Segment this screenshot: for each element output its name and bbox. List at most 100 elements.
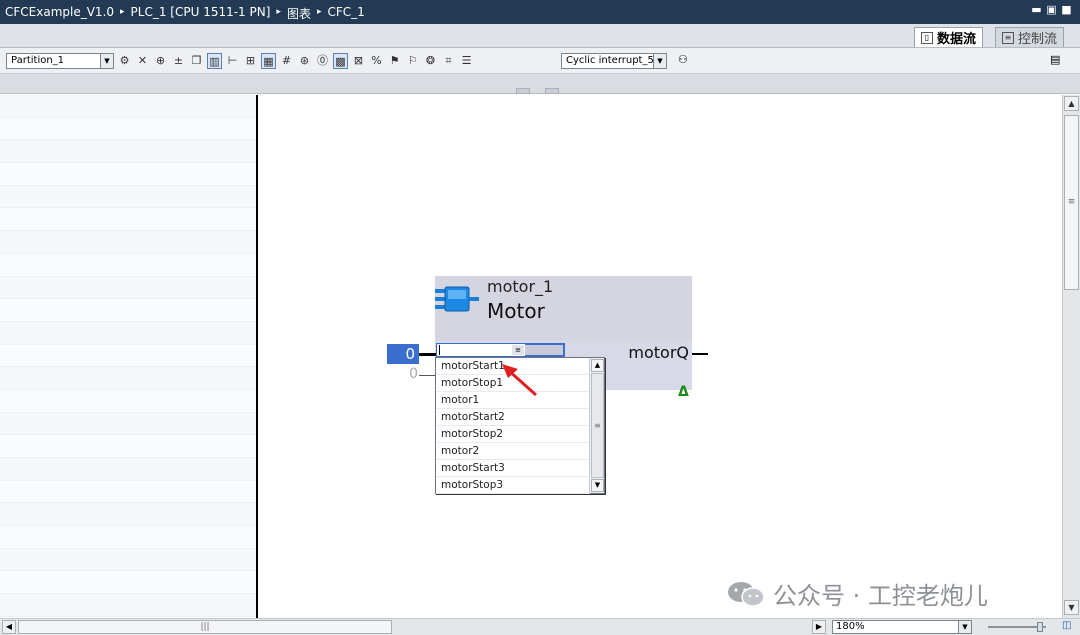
pin-highlight: [525, 343, 565, 357]
list-item[interactable]: [0, 208, 256, 232]
list-item[interactable]: [0, 412, 256, 436]
interconnection-icon[interactable]: ⊠: [351, 53, 366, 69]
list-item[interactable]: [0, 95, 256, 118]
percent-icon[interactable]: %: [369, 53, 384, 69]
dropdown-item[interactable]: motor2: [436, 443, 590, 460]
dropdown-scrollbar[interactable]: ▲ ≡ ▼: [589, 358, 604, 493]
crumb-separator-icon: ▸: [120, 7, 125, 17]
crumb-plc[interactable]: PLC_1 [CPU 1511-1 PN]: [131, 5, 271, 22]
scroll-right-icon[interactable]: ▶: [812, 620, 826, 634]
scroll-down-icon[interactable]: ▼: [1064, 600, 1079, 615]
scroll-left-icon[interactable]: ◀: [2, 620, 16, 634]
list-icon[interactable]: ☰: [459, 53, 474, 69]
pages-icon[interactable]: ❐: [189, 53, 204, 69]
list-item[interactable]: [0, 571, 256, 595]
minimize-icon[interactable]: ▬: [1031, 4, 1042, 16]
highlight-icon[interactable]: ▩: [333, 53, 348, 69]
text-box-icon[interactable]: ⓪: [315, 53, 330, 69]
crumb-charts[interactable]: 图表: [287, 5, 311, 22]
interconnection-input[interactable]: ≡: [436, 343, 526, 357]
overview-splitter[interactable]: [0, 74, 1080, 94]
tab-controlflow[interactable]: ≡ 控制流: [995, 27, 1065, 47]
sheet-navigation-panel: [0, 95, 256, 618]
instance-name[interactable]: motor_1: [487, 277, 553, 296]
list-item[interactable]: [0, 503, 256, 527]
connect-icon[interactable]: ⊛: [297, 53, 312, 69]
align-icon[interactable]: ⊢: [225, 53, 240, 69]
properties-icon[interactable]: ❂: [423, 53, 438, 69]
wechat-logo-icon: [728, 581, 765, 607]
panel-toggle-icon[interactable]: ▤: [1050, 53, 1060, 66]
grid-icon[interactable]: #: [279, 53, 294, 69]
close-icon[interactable]: ■: [1061, 4, 1072, 16]
list-item[interactable]: [0, 253, 256, 277]
zoom-fit-icon[interactable]: ±: [171, 53, 186, 69]
add-partition-icon[interactable]: ⚙: [117, 53, 132, 69]
monitor-icon[interactable]: ⚇: [678, 53, 688, 66]
dataflow-icon: ▯: [921, 31, 933, 44]
list-item[interactable]: [0, 344, 256, 368]
block-header: motor_1 Motor: [435, 276, 692, 340]
zoom-icon[interactable]: ⊕: [153, 53, 168, 69]
dropdown-item[interactable]: motorStop2: [436, 426, 590, 443]
view-tab-bar: ▯ 数据流 ≡ 控制流: [0, 24, 1080, 48]
list-item[interactable]: [0, 276, 256, 300]
list-item[interactable]: [0, 435, 256, 458]
input-value-selected[interactable]: 0: [387, 344, 419, 364]
dropdown-item[interactable]: motorStart3: [436, 460, 590, 477]
crumb-project[interactable]: CFCExample_V1.0: [5, 5, 114, 22]
zoom-select[interactable]: 180% ▼: [832, 620, 972, 634]
scroll-thumb[interactable]: ≡: [1064, 115, 1079, 290]
window-controls: ▬ ▣ ■: [1031, 4, 1072, 16]
dropdown-item[interactable]: motorStop3: [436, 477, 590, 494]
horizontal-scroll-thumb[interactable]: |||: [18, 620, 392, 634]
controlflow-icon: ≡: [1002, 31, 1014, 44]
tab-controlflow-label: 控制流: [1018, 32, 1058, 47]
scroll-down-icon[interactable]: ▼: [591, 479, 604, 492]
watermark-text: 公众号 · 工控老炮儿: [773, 582, 988, 610]
delete-icon[interactable]: ✕: [135, 53, 150, 69]
list-item[interactable]: [0, 548, 256, 572]
scroll-up-icon[interactable]: ▲: [1064, 96, 1079, 111]
optimize-icon[interactable]: ⚐: [405, 53, 420, 69]
fit-view-icon[interactable]: ◫: [1062, 620, 1071, 631]
list-item[interactable]: [0, 321, 256, 345]
chevron-down-icon: ▼: [958, 621, 971, 633]
partition-select[interactable]: Partition_1 ▼: [6, 53, 114, 69]
splitter-handle[interactable]: [545, 88, 559, 94]
dropdown-item[interactable]: motorStart2: [436, 409, 590, 426]
list-item[interactable]: [0, 185, 256, 209]
list-item[interactable]: [0, 299, 256, 322]
run-sequence-icon[interactable]: ⚑: [387, 53, 402, 69]
list-item[interactable]: [0, 117, 256, 141]
list-icon[interactable]: ≡: [512, 345, 524, 355]
vertical-scrollbar[interactable]: ▲ ≡ ▼: [1062, 95, 1080, 618]
sheet-view-icon[interactable]: ▥: [207, 53, 222, 69]
splitter-handle[interactable]: [516, 88, 530, 94]
list-item[interactable]: [0, 163, 256, 186]
list-item[interactable]: [0, 389, 256, 413]
crumb-chart[interactable]: CFC_1: [327, 5, 364, 22]
input-value[interactable]: 0: [398, 366, 418, 382]
list-item[interactable]: [0, 231, 256, 254]
output-pin-line: [692, 353, 708, 355]
crumb-separator-icon: ▸: [316, 7, 322, 17]
scroll-thumb[interactable]: ≡: [591, 373, 604, 478]
scroll-up-icon[interactable]: ▲: [591, 359, 604, 372]
list-item[interactable]: [0, 367, 256, 390]
toolbar-icons: ⚙ ✕ ⊕ ± ❐ ▥ ⊢ ⊞ ▦ # ⊛ ⓪ ▩ ⊠ % ⚑ ⚐ ❂ ⌗ ☰: [117, 53, 474, 69]
grid-layout-icon[interactable]: ⊞: [243, 53, 258, 69]
grid-snap-icon[interactable]: ▦: [261, 53, 276, 69]
chevron-down-icon: ▼: [100, 54, 113, 68]
parameters-icon[interactable]: ⌗: [441, 53, 456, 69]
tab-dataflow[interactable]: ▯ 数据流: [914, 27, 984, 47]
restore-icon[interactable]: ▣: [1046, 4, 1057, 16]
list-item[interactable]: [0, 480, 256, 504]
list-item[interactable]: [0, 594, 256, 617]
list-item[interactable]: [0, 458, 256, 481]
list-item[interactable]: [0, 526, 256, 549]
output-pin-label[interactable]: motorQ: [600, 343, 689, 362]
list-item[interactable]: [0, 140, 256, 164]
task-select[interactable]: Cyclic interrupt_5 ▼: [561, 53, 667, 69]
zoom-slider-handle[interactable]: [1037, 622, 1043, 632]
